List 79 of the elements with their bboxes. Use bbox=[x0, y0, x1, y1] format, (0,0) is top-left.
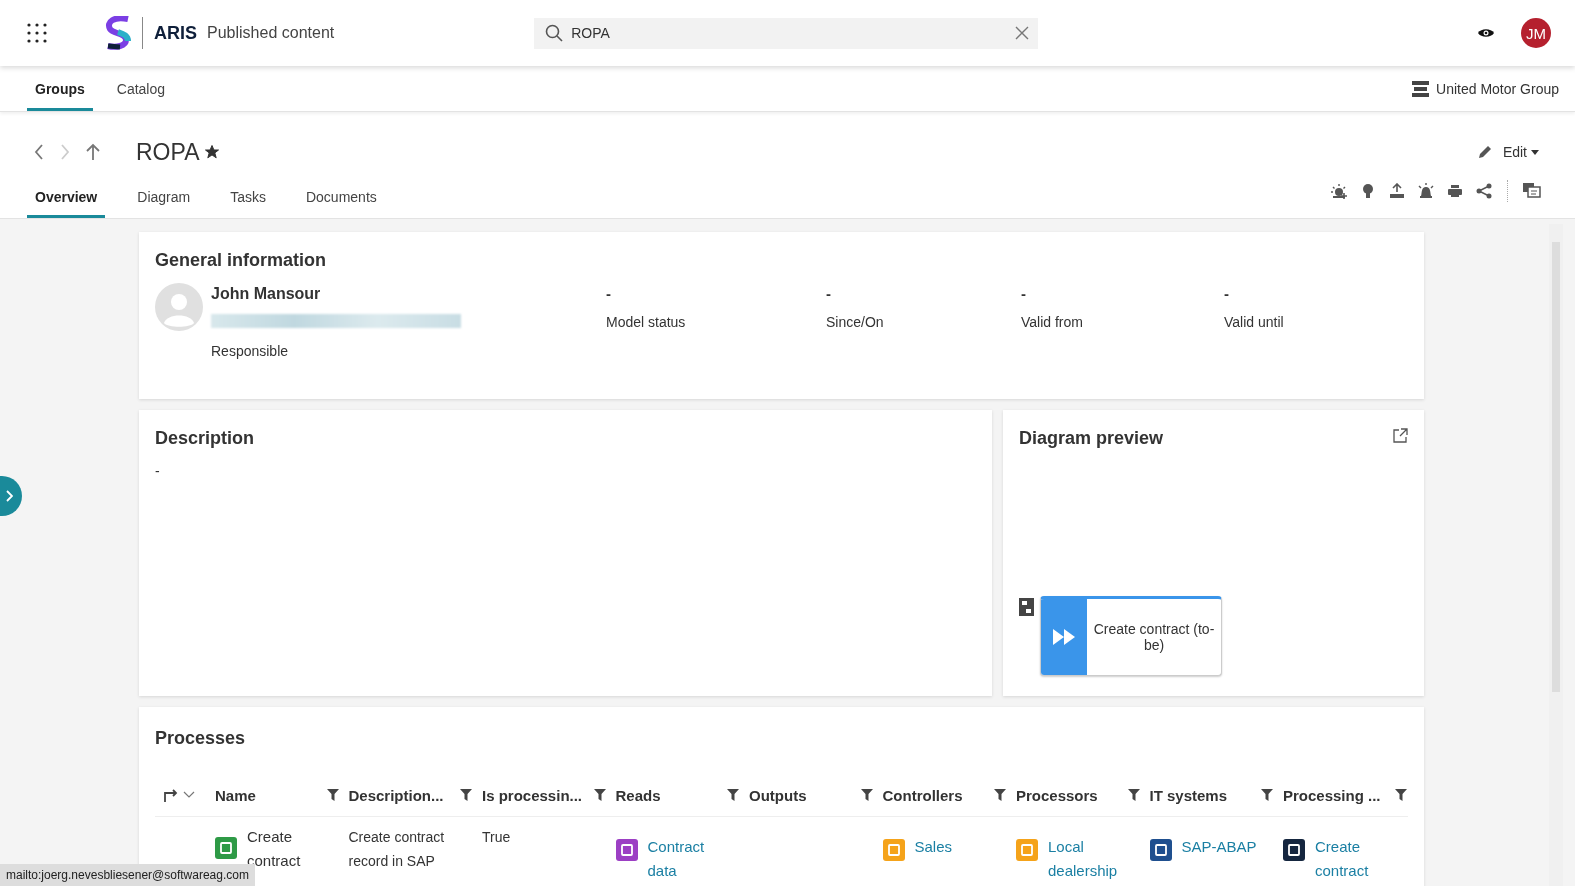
app-grid-icon[interactable] bbox=[27, 23, 47, 43]
clear-icon[interactable] bbox=[1015, 26, 1030, 40]
lightbulb-icon[interactable] bbox=[1360, 183, 1376, 199]
upload-icon[interactable] bbox=[1389, 183, 1405, 199]
hierarchy-icon bbox=[1019, 598, 1034, 616]
database-name[interactable]: United Motor Group bbox=[1436, 80, 1559, 97]
column-header[interactable]: Description... bbox=[348, 786, 444, 804]
filter-icon[interactable] bbox=[1127, 789, 1140, 801]
object-link[interactable]: Contract data bbox=[647, 835, 737, 883]
filter-icon[interactable] bbox=[593, 789, 606, 801]
printer-icon[interactable] bbox=[1447, 183, 1463, 199]
card-title: General information bbox=[155, 250, 328, 271]
column-header[interactable]: Processors bbox=[1016, 786, 1098, 804]
sort-icon[interactable] bbox=[163, 787, 179, 803]
filter-icon[interactable] bbox=[460, 789, 472, 801]
user-avatar[interactable]: JM bbox=[1521, 18, 1551, 48]
field-label: Valid until bbox=[1224, 314, 1285, 330]
filter-icon[interactable] bbox=[326, 789, 339, 801]
column-header[interactable]: Controllers bbox=[882, 786, 963, 804]
back-icon[interactable] bbox=[33, 143, 45, 161]
card-title: Processes bbox=[155, 728, 247, 749]
nav-tab[interactable]: Groups bbox=[27, 66, 93, 111]
field-label: Responsible bbox=[211, 343, 290, 359]
field-value: - bbox=[826, 285, 832, 302]
filter-icon[interactable] bbox=[994, 789, 1006, 801]
eye-icon[interactable] bbox=[1477, 27, 1495, 39]
page-tab[interactable]: Diagram bbox=[129, 178, 199, 218]
table-cell-text: Create contract record in SAP bbox=[348, 828, 446, 871]
filter-icon[interactable] bbox=[1261, 789, 1273, 801]
field-label: Valid from bbox=[1021, 314, 1084, 330]
comments-icon[interactable] bbox=[1523, 183, 1541, 199]
filter-icon[interactable] bbox=[727, 789, 739, 801]
column-header[interactable]: Outputs bbox=[749, 786, 807, 804]
object-link[interactable]: Local dealership bbox=[1048, 835, 1138, 883]
field-value: - bbox=[1021, 285, 1027, 302]
table-cell-text: True bbox=[482, 828, 511, 847]
description-text: - bbox=[155, 463, 161, 479]
open-external-icon[interactable] bbox=[1392, 428, 1408, 444]
caret-icon bbox=[1531, 149, 1539, 155]
avatar-silhouette-icon bbox=[155, 283, 203, 331]
sun-plus-icon[interactable] bbox=[1331, 183, 1347, 199]
search-icon bbox=[545, 24, 564, 42]
edit-button[interactable]: Edit bbox=[1502, 144, 1539, 160]
column-header[interactable]: Name bbox=[215, 786, 256, 804]
star-icon[interactable] bbox=[205, 145, 220, 159]
column-header[interactable]: Reads bbox=[615, 786, 661, 804]
person-name[interactable]: John Mansour bbox=[211, 285, 461, 303]
node-label: Create contract (to-be) bbox=[1092, 620, 1216, 655]
database-icon bbox=[1412, 80, 1430, 97]
column-header[interactable]: Processing ... bbox=[1283, 786, 1381, 804]
object-link[interactable]: Create contract bbox=[1315, 835, 1405, 883]
object-link[interactable]: SAP-ABAP bbox=[1181, 835, 1257, 859]
logo-icon bbox=[104, 16, 132, 50]
field-label: Model status bbox=[606, 314, 687, 330]
object-link[interactable]: Sales bbox=[914, 835, 953, 859]
field-label: Since/On bbox=[826, 314, 885, 330]
app-name: ARIS bbox=[154, 22, 197, 44]
process-node[interactable]: Create contract (to-be) bbox=[1040, 596, 1222, 676]
card-title: Description bbox=[155, 428, 256, 449]
page-title: ROPA bbox=[136, 138, 200, 166]
nav-tab[interactable]: Catalog bbox=[108, 66, 174, 111]
section-title: Published content bbox=[207, 24, 335, 42]
card-title: Diagram preview bbox=[1019, 428, 1164, 449]
fast-forward-icon bbox=[1041, 599, 1087, 675]
pencil-icon[interactable] bbox=[1476, 144, 1493, 160]
field-value: - bbox=[1224, 285, 1230, 302]
page-tab[interactable]: Documents bbox=[297, 178, 385, 218]
page-tab[interactable]: Tasks bbox=[222, 178, 274, 218]
alarm-bell-icon[interactable] bbox=[1418, 183, 1434, 199]
status-bar-url: mailto:joerg.nevesbliesener@softwareag.com bbox=[0, 864, 255, 886]
filter-icon[interactable] bbox=[1394, 789, 1407, 801]
column-header[interactable]: Is processin... bbox=[482, 786, 583, 804]
chevron-right-icon bbox=[5, 490, 13, 502]
up-arrow-icon[interactable] bbox=[85, 143, 101, 161]
share-icon[interactable] bbox=[1476, 183, 1492, 199]
filter-icon[interactable] bbox=[860, 789, 873, 801]
chevron-down-icon[interactable] bbox=[183, 791, 195, 799]
field-value: - bbox=[606, 285, 612, 302]
column-header[interactable]: IT systems bbox=[1149, 786, 1228, 804]
